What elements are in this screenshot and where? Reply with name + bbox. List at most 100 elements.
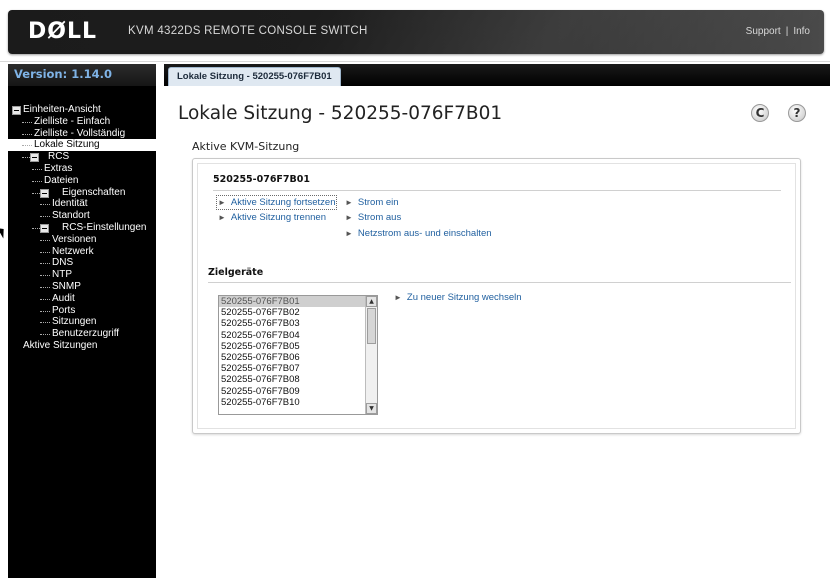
collapse-toggle-icon[interactable]: [12, 106, 21, 115]
target-device-item[interactable]: 520255-076F7B03: [219, 318, 365, 329]
power-cycle-link[interactable]: ► Netzstrom aus- und einschalten: [345, 228, 492, 239]
collapse-toggle-icon[interactable]: [30, 153, 39, 163]
tree-connector: [40, 298, 50, 300]
help-icon[interactable]: ?: [788, 104, 806, 122]
tree-item-label: Identität: [52, 198, 88, 210]
list-scrollbar[interactable]: ▲ ▼: [365, 296, 377, 414]
tree-item-standort[interactable]: Standort: [8, 210, 156, 222]
target-device-item[interactable]: 520255-076F7B09: [219, 386, 365, 397]
tree-item-benutzerzugriff[interactable]: Benutzerzugriff: [8, 328, 156, 340]
top-links-separator: |: [785, 26, 789, 37]
tree-item-ports[interactable]: Ports: [8, 305, 156, 317]
tree-connector: [40, 216, 50, 218]
header-bar: DØLL KVM 4322DS REMOTE CONSOLE SWITCH Su…: [8, 10, 824, 54]
tree-item-rcs[interactable]: RCS: [8, 151, 156, 163]
arrow-right-icon: ►: [345, 198, 353, 207]
tree-item-zielliste-einfach[interactable]: Zielliste - Einfach: [8, 116, 156, 128]
tree-connector: [40, 334, 50, 336]
tree-connector: [40, 310, 50, 312]
tree-item-label: RCS: [48, 151, 70, 163]
tree-connector: [22, 121, 32, 123]
version-label: Version: 1.14.0: [8, 64, 156, 86]
arrow-right-icon: ►: [345, 213, 353, 222]
tree-item-lokale-sitzung[interactable]: Lokale Sitzung: [8, 139, 156, 152]
tree-connector: [32, 168, 42, 170]
tree-item-zielliste-vollst-ndig[interactable]: Zielliste - Vollständig: [8, 128, 156, 140]
tree-item-label: Benutzerzugriff: [52, 328, 120, 340]
tree-connector: [40, 204, 50, 206]
disconnect-session-link[interactable]: ► Aktive Sitzung trennen: [218, 212, 326, 223]
tree-item-versionen[interactable]: Versionen: [8, 234, 156, 246]
tree-item-sitzungen[interactable]: Sitzungen: [8, 316, 156, 328]
tree-item-label: Versionen: [52, 233, 97, 245]
tree-item-ntp[interactable]: NTP: [8, 269, 156, 281]
tree-item-snmp[interactable]: SNMP: [8, 281, 156, 293]
arrow-right-icon: ►: [345, 229, 353, 238]
tree-item-dateien[interactable]: Dateien: [8, 175, 156, 187]
tree-item-identit-t[interactable]: Identität: [8, 198, 156, 210]
power-off-link[interactable]: ► Strom aus: [345, 212, 401, 223]
tree-item-rcs-einstellungen[interactable]: RCS-Einstellungen: [8, 222, 156, 234]
tree-item-aktive-sitzungen[interactable]: Aktive Sitzungen: [8, 340, 156, 352]
session-panel-inner: 520255-076F7B01 ► Aktive Sitzung fortsetz…: [197, 163, 796, 429]
tree-item-label: Dateien: [44, 174, 79, 186]
collapse-toggle-icon[interactable]: [40, 188, 49, 198]
tree-item-netzwerk[interactable]: Netzwerk: [8, 246, 156, 258]
tree-item-label: Eigenschaften: [62, 186, 126, 198]
power-off-label: Strom aus: [357, 212, 402, 223]
device-divider: [213, 190, 781, 191]
header: DØLL KVM 4322DS REMOTE CONSOLE SWITCH Su…: [0, 0, 830, 62]
tree-item-extras[interactable]: Extras: [8, 163, 156, 175]
app-window: DØLL KVM 4322DS REMOTE CONSOLE SWITCH Su…: [0, 0, 830, 578]
tree-connector: [32, 180, 42, 182]
product-name: KVM 4322DS REMOTE CONSOLE SWITCH: [128, 25, 368, 37]
tree-connector: [22, 133, 32, 135]
navigation-tree: Einheiten-Ansicht Zielliste - Einfach Ziel…: [8, 104, 156, 352]
tree-connector: [40, 322, 50, 324]
support-link[interactable]: Support: [746, 26, 781, 37]
tree-item-einheiten-ansicht[interactable]: Einheiten-Ansicht: [8, 104, 156, 116]
tree-item-label: Audit: [52, 292, 75, 304]
main-content: Lokale Sitzung - 520255-076F7B01 C ? Akt…: [164, 86, 830, 578]
target-device-item[interactable]: 520255-076F7B10: [219, 397, 365, 408]
tree-connector: [22, 157, 30, 159]
tree-item-audit[interactable]: Audit: [8, 293, 156, 305]
tree-item-label: DNS: [52, 257, 74, 269]
session-panel: 520255-076F7B01 ► Aktive Sitzung fortsetz…: [192, 158, 801, 434]
target-device-item[interactable]: 520255-076F7B08: [219, 374, 365, 385]
target-device-item[interactable]: 520255-076F7B07: [219, 363, 365, 374]
tree-item-label: Sitzungen: [52, 316, 97, 328]
scroll-up-icon[interactable]: ▲: [366, 296, 377, 307]
tree-item-label: SNMP: [52, 280, 81, 292]
tab-local-session[interactable]: Lokale Sitzung - 520255-076F7B01: [168, 67, 341, 86]
tree-item-label: Zielliste - Vollständig: [34, 127, 126, 139]
target-device-item[interactable]: 520255-076F7B02: [219, 307, 365, 318]
scroll-down-icon[interactable]: ▼: [366, 403, 377, 414]
tree-connector: [22, 145, 32, 147]
tree-connector: [32, 192, 40, 194]
target-device-item[interactable]: 520255-076F7B06: [219, 352, 365, 363]
tree-item-eigenschaften[interactable]: Eigenschaften: [8, 187, 156, 199]
mouse-pointer-icon: [0, 225, 8, 239]
resume-session-link[interactable]: ► Aktive Sitzung fortsetzen: [215, 195, 338, 210]
disconnect-session-label: Aktive Sitzung trennen: [230, 212, 326, 223]
tree-connector: [40, 239, 50, 241]
tree-connector: [40, 251, 50, 253]
arrow-right-icon: ►: [218, 213, 226, 222]
tree-item-label: Einheiten-Ansicht: [23, 104, 101, 115]
refresh-icon[interactable]: C: [751, 104, 769, 122]
target-device-item[interactable]: 520255-076F7B04: [219, 330, 365, 341]
info-link[interactable]: Info: [793, 26, 810, 37]
target-device-list[interactable]: 520255-076F7B01 520255-076F7B02 520255-076…: [218, 295, 378, 415]
tree-connector: [40, 263, 50, 265]
switch-session-link[interactable]: ► Zu neuer Sitzung wechseln: [394, 292, 522, 303]
power-on-label: Strom ein: [357, 197, 399, 208]
tree-item-label: Aktive Sitzungen: [23, 339, 98, 351]
target-device-item[interactable]: 520255-076F7B05: [219, 341, 365, 352]
tree-item-dns[interactable]: DNS: [8, 257, 156, 269]
target-device-item[interactable]: 520255-076F7B01: [219, 296, 365, 308]
power-on-link[interactable]: ► Strom ein: [345, 197, 399, 208]
tree-connector: [40, 275, 50, 277]
scroll-thumb[interactable]: [367, 308, 376, 344]
collapse-toggle-icon[interactable]: [40, 223, 49, 233]
